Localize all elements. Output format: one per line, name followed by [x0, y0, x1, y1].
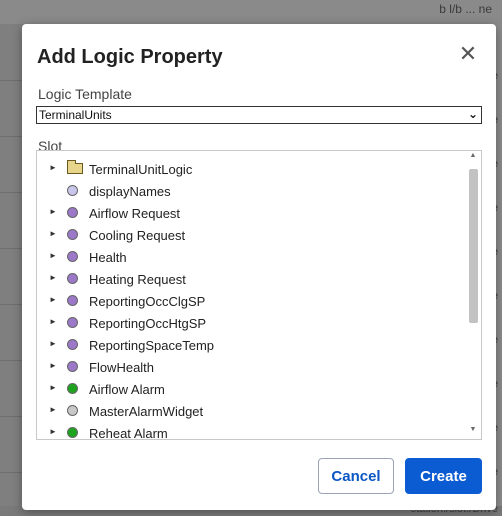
slot-tree[interactable]: ► TerminalUnitLogic displayNames ► Airflow R…	[36, 150, 482, 440]
property-dot-icon	[67, 338, 78, 350]
slot-tree-item-label: ReportingSpaceTemp	[89, 338, 215, 353]
slot-tree-item[interactable]: ► ReportingOccHtgSP	[37, 313, 457, 335]
property-dot-icon	[67, 382, 78, 394]
expand-arrow-icon[interactable]: ►	[49, 251, 57, 260]
property-dot-icon	[67, 316, 78, 328]
slot-tree-item[interactable]: ► ReportingOccClgSP	[37, 291, 457, 313]
expand-arrow-icon[interactable]: ►	[49, 295, 57, 304]
slot-tree-item[interactable]: ► MasterAlarmWidget	[37, 401, 457, 423]
slot-tree-item[interactable]: ► FlowHealth	[37, 357, 457, 379]
slot-tree-item-label: MasterAlarmWidget	[89, 404, 204, 419]
property-dot-icon	[67, 404, 78, 416]
slot-tree-item-label: Health	[89, 250, 127, 265]
scrollbar-thumb[interactable]	[469, 169, 478, 323]
slot-tree-item[interactable]: displayNames	[37, 181, 457, 203]
dialog-title: Add Logic Property	[37, 46, 223, 68]
slot-tree-item-label: TerminalUnitLogic	[89, 162, 193, 177]
slot-tree-item-label: Reheat Alarm	[89, 426, 168, 440]
logic-template-label: Logic Template	[38, 86, 132, 102]
logic-template-value: TerminalUnits	[39, 108, 112, 122]
expand-arrow-icon[interactable]: ►	[49, 207, 57, 216]
slot-tree-item-label: Airflow Request	[89, 206, 181, 221]
folder-icon	[67, 160, 83, 174]
expand-arrow-icon[interactable]: ►	[49, 229, 57, 238]
property-dot-icon	[67, 228, 78, 240]
slot-tree-item[interactable]: ► Airflow Alarm	[37, 379, 457, 401]
close-icon[interactable]: ✕	[456, 41, 480, 66]
slot-tree-item[interactable]: ► Health	[37, 247, 457, 269]
slot-tree-item[interactable]: ► Reheat Alarm	[37, 423, 457, 440]
property-dot-icon	[67, 294, 78, 306]
property-dot-icon	[67, 206, 78, 218]
background-top-text: b l/b ... ne	[439, 2, 492, 16]
slot-tree-item[interactable]: ► ReportingSpaceTemp	[37, 335, 457, 357]
scroll-up-icon[interactable]: ▲	[466, 152, 480, 164]
expand-arrow-icon[interactable]: ►	[49, 317, 57, 326]
expand-arrow-icon[interactable]: ►	[49, 383, 57, 392]
cancel-button[interactable]: Cancel	[318, 458, 394, 494]
property-dot-icon	[67, 426, 78, 438]
slot-tree-item-label: FlowHealth	[89, 360, 155, 375]
property-dot-icon	[67, 184, 78, 196]
slot-tree-item-label: ReportingOccHtgSP	[89, 316, 207, 331]
expand-arrow-icon[interactable]: ►	[49, 427, 57, 436]
slot-tree-item[interactable]: ► Airflow Request	[37, 203, 457, 225]
background-top-bar: b l/b ... ne	[0, 0, 502, 24]
logic-template-select[interactable]: TerminalUnits ⌄	[36, 106, 482, 124]
background-left-area	[0, 24, 22, 506]
create-button[interactable]: Create	[405, 458, 482, 494]
slot-tree-item-label: Cooling Request	[89, 228, 186, 243]
slot-tree-item-label: Airflow Alarm	[89, 382, 165, 397]
slot-tree-item-label: ReportingOccClgSP	[89, 294, 206, 309]
scroll-down-icon[interactable]: ▼	[466, 426, 480, 438]
chevron-down-icon: ⌄	[467, 107, 478, 121]
add-logic-property-dialog: Add Logic Property ✕ Logic Template Term…	[22, 24, 496, 510]
slot-tree-item[interactable]: ► TerminalUnitLogic	[37, 159, 457, 181]
slot-tree-item-label: Heating Request	[89, 272, 186, 287]
expand-arrow-icon[interactable]: ►	[49, 163, 57, 172]
expand-arrow-icon[interactable]: ►	[49, 273, 57, 282]
slot-list: ► TerminalUnitLogic displayNames ► Airflow R…	[37, 159, 457, 440]
slot-tree-item-label: displayNames	[89, 184, 171, 199]
expand-arrow-icon[interactable]: ►	[49, 339, 57, 348]
expand-arrow-icon[interactable]: ►	[49, 361, 57, 370]
expand-arrow-icon[interactable]: ►	[49, 405, 57, 414]
slot-scrollbar[interactable]: ▲ ▼	[466, 152, 480, 438]
slot-tree-item[interactable]: ► Cooling Request	[37, 225, 457, 247]
property-dot-icon	[67, 360, 78, 372]
property-dot-icon	[67, 250, 78, 262]
property-dot-icon	[67, 272, 78, 284]
slot-tree-item[interactable]: ► Heating Request	[37, 269, 457, 291]
